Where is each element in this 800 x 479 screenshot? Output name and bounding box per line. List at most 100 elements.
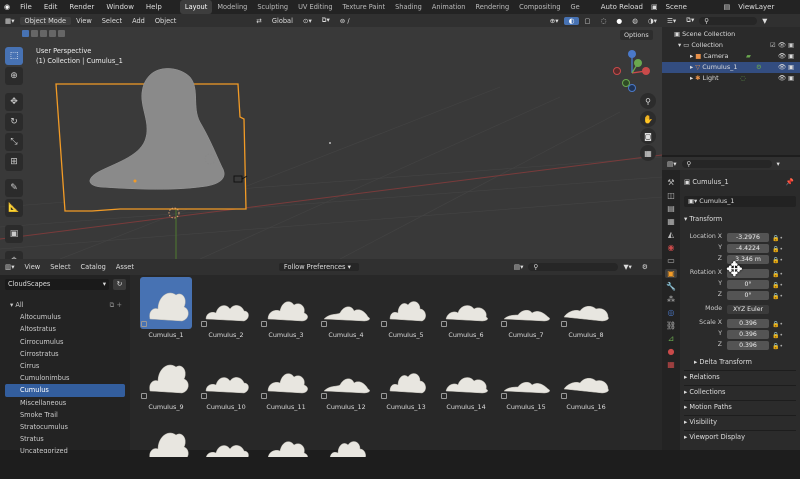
scale-lock-icons[interactable]: 🔒• 🔒• 🔒• [772, 319, 783, 352]
rotation-z-field[interactable]: 0° [727, 291, 769, 300]
transform-orientation-selector[interactable]: Global [267, 17, 298, 25]
shading-material-icon[interactable]: ◍ [627, 17, 643, 25]
select-mode-new-icon[interactable] [22, 30, 29, 37]
outliner-item-light[interactable]: ▸ ✱ Light ◌ 👁 ▣ [662, 73, 800, 84]
menu-file[interactable]: File [14, 0, 38, 14]
asset-checkbox[interactable] [261, 321, 267, 327]
import-method-selector[interactable]: Follow Preferences ▾ [278, 263, 359, 271]
collections-header[interactable]: ▸ Collections [684, 386, 796, 399]
add-catalog-icon[interactable]: ⧉ + [110, 299, 122, 311]
select-mode-subtract-icon[interactable] [40, 30, 47, 37]
tab-compositing[interactable]: Compositing [514, 0, 565, 14]
select-mode-invert-icon[interactable] [49, 30, 56, 37]
output-tab-icon[interactable]: ▤ [667, 204, 675, 213]
asset-checkbox[interactable] [441, 321, 447, 327]
shading-solid-icon[interactable]: ● [611, 17, 627, 25]
menu-render[interactable]: Render [63, 0, 100, 14]
object-name-field[interactable]: ▣▾ Cumulus_1 [684, 196, 796, 207]
outliner-collection[interactable]: ▾ ▭ Collection ☑ 👁 ▣ [662, 40, 800, 51]
delta-transform-header[interactable]: ▸ Delta Transform [684, 356, 796, 369]
asset-tile[interactable] [136, 417, 196, 479]
scale-tool-icon[interactable]: ⤡ [5, 133, 23, 151]
outliner-scene-collection[interactable]: ▣ Scene Collection [662, 29, 800, 40]
menu-select[interactable]: Select [97, 17, 127, 25]
asset-menu-select[interactable]: Select [45, 263, 75, 271]
gizmo-icon[interactable]: ⊕▾ [545, 17, 564, 25]
catalog-miscellaneous[interactable]: Miscellaneous [0, 397, 130, 409]
asset-editor-type-icon[interactable]: ▥▾ [0, 263, 20, 271]
tab-sculpting[interactable]: Sculpting [252, 0, 293, 14]
tab-modeling[interactable]: Modeling [212, 0, 252, 14]
asset-tile[interactable] [256, 417, 316, 479]
asset-menu-view[interactable]: View [20, 263, 46, 271]
catalog-cumulus[interactable]: Cumulus [5, 384, 125, 397]
catalog-smoke-trail[interactable]: Smoke Trail [0, 409, 130, 421]
view-layer-tab-icon[interactable]: ▦ [667, 217, 675, 226]
select-mode-intersect-icon[interactable] [58, 30, 65, 37]
3d-viewport[interactable]: User Perspective (1) Collection | Cumulu… [0, 27, 662, 259]
lock-icons[interactable]: 🔒• 🔒• 🔒• [772, 233, 783, 266]
cursor-tool-icon[interactable]: ⊕ [5, 67, 23, 85]
light-visibility-icons[interactable]: 👁 ▣ [778, 73, 794, 84]
zoom-icon[interactable]: ⚲ [640, 93, 656, 109]
overlay-icon[interactable]: ◐ [563, 16, 580, 25]
select-box-tool-icon[interactable]: ⬚ [5, 47, 23, 65]
asset-search-input[interactable]: ⚲ [528, 263, 619, 271]
menu-help[interactable]: Help [140, 0, 168, 14]
render-tab-icon[interactable]: ◫ [667, 191, 675, 200]
filter-icon[interactable]: ▼▾ [618, 263, 636, 271]
tab-rendering[interactable]: Rendering [471, 0, 515, 14]
viewport-display-header[interactable]: ▸ Viewport Display [684, 431, 796, 444]
navigation-gizmo[interactable] [608, 45, 654, 97]
properties-search-input[interactable]: ⚲ [681, 159, 772, 168]
add-cube-tool-icon[interactable]: ▣ [5, 225, 23, 243]
catalog-cumulonimbus[interactable]: Cumulonimbus [0, 372, 130, 384]
outliner-editor-type-icon[interactable]: ☰▾ [662, 17, 681, 25]
asset-menu-asset[interactable]: Asset [111, 263, 139, 271]
shading-rendered-icon[interactable]: ◑▾ [643, 17, 662, 25]
asset-tile[interactable]: Cumulus_8 [556, 277, 616, 339]
asset-tile[interactable]: Cumulus_4 [316, 277, 376, 339]
pan-hand-icon[interactable]: ✋ [640, 111, 656, 127]
rotation-lock-icons[interactable]: 🔒• 🔒• 🔒• [772, 269, 783, 302]
menu-add[interactable]: Add [127, 17, 150, 25]
menu-window[interactable]: Window [100, 0, 140, 14]
auto-reload-button[interactable]: Auto Reload [595, 0, 649, 14]
move-tool-icon[interactable]: ✥ [5, 93, 23, 111]
rotate-tool-icon[interactable]: ↻ [5, 113, 23, 131]
tab-shading[interactable]: Shading [390, 0, 427, 14]
asset-checkbox[interactable] [561, 321, 567, 327]
menu-object[interactable]: Object [150, 17, 181, 25]
scene-selector[interactable]: Scene [660, 0, 722, 14]
asset-checkbox[interactable] [141, 393, 147, 399]
asset-checkbox[interactable] [261, 393, 267, 399]
location-y-field[interactable]: -4.4224 [727, 244, 769, 253]
refresh-library-icon[interactable]: ↻ [113, 279, 126, 290]
asset-tile[interactable]: Cumulus_16 [556, 349, 616, 411]
outliner-item-cumulus-1[interactable]: ▸ ▽ Cumulus_1 ⚙ 👁 ▣ [662, 62, 800, 73]
asset-checkbox[interactable] [441, 393, 447, 399]
tab-uv-editing[interactable]: UV Editing [293, 0, 337, 14]
asset-menu-catalog[interactable]: Catalog [76, 263, 111, 271]
catalog-cirrocumulus[interactable]: Cirrocumulus [0, 336, 130, 348]
asset-tile[interactable]: Cumulus_12 [316, 349, 376, 411]
rotation-mode-dropdown[interactable]: XYZ Euler [727, 305, 769, 314]
blender-logo-icon[interactable]: ◉ [0, 0, 14, 14]
menu-view[interactable]: View [71, 17, 97, 25]
display-mode-icon[interactable]: ▤▾ [509, 263, 529, 271]
asset-tile[interactable]: Cumulus_5 [376, 277, 436, 339]
tab-animation[interactable]: Animation [427, 0, 471, 14]
material-tab-icon[interactable]: ● [668, 347, 675, 356]
catalog-all[interactable]: ▾ All ⧉ + [0, 299, 130, 311]
collection-visibility-icons[interactable]: ☑ 👁 ▣ [770, 40, 794, 51]
cumulus-visibility-icons[interactable]: 👁 ▣ [778, 62, 794, 73]
asset-tile[interactable]: Cumulus_7 [496, 277, 556, 339]
pin-icon[interactable]: 📌 [786, 176, 794, 189]
visibility-header[interactable]: ▸ Visibility [684, 416, 796, 429]
catalog-stratocumulus[interactable]: Stratocumulus [0, 421, 130, 433]
properties-editor-type-icon[interactable]: ▤▾ [662, 160, 682, 168]
asset-tile[interactable]: Cumulus_13 [376, 349, 436, 411]
asset-tile[interactable]: Cumulus_1 [136, 277, 196, 339]
asset-checkbox[interactable] [561, 393, 567, 399]
asset-checkbox[interactable] [201, 393, 207, 399]
